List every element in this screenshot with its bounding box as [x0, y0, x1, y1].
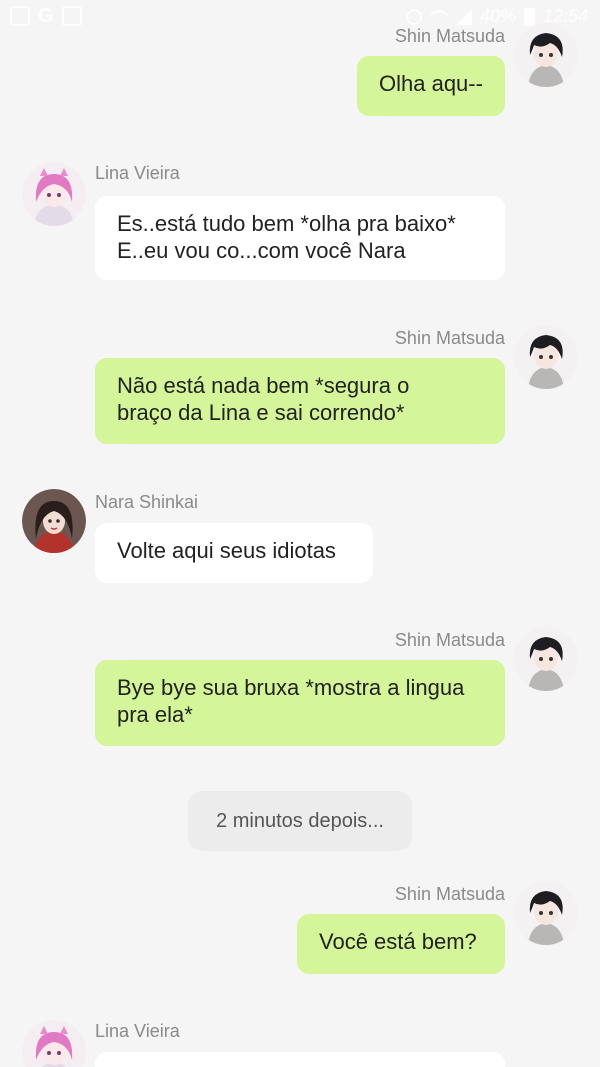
message-bubble[interactable]: Não está nada bem *segura o braço da Lin… [95, 358, 505, 444]
sender-name: Lina Vieira [95, 1021, 180, 1041]
sender-name: Lina Vieira [95, 163, 180, 183]
avatar-shin[interactable] [514, 325, 578, 389]
status-right-icons: 40% 12:54 [405, 6, 588, 27]
avatar-shin[interactable] [514, 627, 578, 691]
sender-name: Shin Matsuda [394, 26, 505, 46]
sender-name: Shin Matsuda [394, 884, 505, 904]
message-line: Es..está tudo bem *olha pra baixo* [117, 211, 456, 236]
signal-icon [455, 8, 472, 25]
message-bubble[interactable]: Bye bye sua bruxa *mostra a lingua pra e… [95, 660, 505, 746]
message-line: Bye bye sua bruxa *mostra a lingua [117, 675, 465, 700]
avatar-nara[interactable] [22, 489, 86, 553]
battery-icon [523, 7, 535, 26]
message-bubble[interactable]: Você está bem? [297, 914, 505, 974]
sender-name: Nara Shinkai [95, 492, 199, 512]
message-line: E..eu vou co...com você Nara [117, 238, 406, 263]
mute-icon [405, 8, 422, 25]
message-bubble[interactable]: Olha aqu-- [357, 56, 505, 116]
wifi-icon [429, 9, 448, 24]
chat-screen: G 40% 12:54 Shin Matsuda Olha aqu-- Lina… [0, 0, 600, 1067]
message-line: Você está bem? [319, 929, 477, 954]
gallery-icon [10, 6, 30, 26]
avatar-lina[interactable] [22, 1020, 86, 1067]
avatar-shin[interactable] [514, 881, 578, 945]
sender-name: Shin Matsuda [394, 630, 505, 650]
avatar-lina[interactable] [22, 162, 86, 226]
status-left-icons: G [10, 6, 82, 26]
message-line: Volte aqui seus idiotas [117, 538, 336, 563]
message-line: Não está nada bem *segura o [117, 373, 410, 398]
battery-percent: 40% [479, 6, 516, 26]
sender-name: Shin Matsuda [394, 328, 505, 348]
status-bar: G 40% 12:54 [0, 0, 600, 34]
message-bubble[interactable]: Es..está tudo bem *olha pra baixo* E..eu… [95, 196, 505, 280]
message-line: braço da Lina e sai correndo* [117, 400, 405, 425]
time-skip-note: 2 minutos depois... [188, 791, 412, 851]
message-line: Olha aqu-- [379, 71, 483, 96]
message-line: pra ela* [117, 702, 193, 727]
avatar-shin[interactable] [514, 23, 578, 87]
email-icon [61, 6, 82, 26]
message-bubble[interactable] [95, 1052, 505, 1067]
message-bubble[interactable]: Volte aqui seus idiotas [95, 523, 373, 583]
google-icon: G [38, 5, 54, 27]
